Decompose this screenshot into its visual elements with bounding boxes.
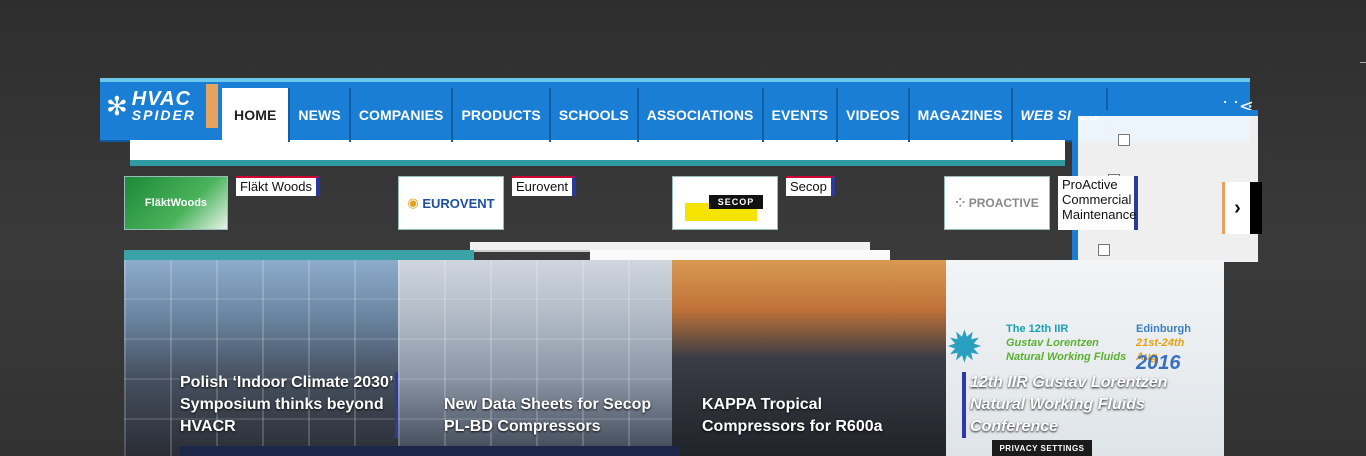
news-tile[interactable]: Polish ‘Indoor Climate 2030’ Symposium t…: [124, 260, 400, 456]
company-name[interactable]: ProActive Commercial Maintenance: [1058, 176, 1138, 230]
checkbox[interactable]: [1118, 134, 1130, 146]
header-submenu-band: [130, 140, 1065, 166]
company-logo-secop: SECOP: [672, 176, 778, 230]
privacy-settings-button[interactable]: PRIVACY SETTINGS: [992, 440, 1092, 456]
news-slider: Polish ‘Indoor Climate 2030’ Symposium t…: [124, 260, 1224, 456]
company-card[interactable]: FläktWoods Fläkt Woods: [124, 176, 321, 234]
carousel-next-button[interactable]: ›: [1222, 182, 1262, 234]
company-name[interactable]: Eurovent: [512, 176, 577, 196]
news-title[interactable]: 12th IIR Gustav Lorentzen Natural Workin…: [962, 372, 1222, 438]
company-carousel: FläktWoods Fläkt Woods ◉ EUROVENT Eurove…: [124, 176, 1224, 240]
globe-icon: ◉: [407, 195, 419, 210]
main-nav: HOME NEWS COMPANIES PRODUCTS SCHOOLS ASS…: [222, 88, 1109, 142]
news-title[interactable]: Polish ‘Indoor Climate 2030’ Symposium t…: [180, 372, 400, 438]
news-tile[interactable]: ✹ The 12th IIR Gustav Lorentzen Natural …: [946, 260, 1224, 456]
nav-schools[interactable]: SCHOOLS: [551, 88, 639, 142]
divider: [124, 250, 474, 260]
dots-icon: ⁘: [955, 196, 966, 210]
nav-events[interactable]: EVENTS: [764, 88, 839, 142]
company-logo-proactive: ⁘ PROACTIVE: [944, 176, 1050, 230]
logo-line2: SPIDER: [131, 106, 196, 123]
company-logo-flaktwoods: FläktWoods: [124, 176, 228, 230]
nav-associations[interactable]: ASSOCIATIONS: [639, 88, 764, 142]
nav-products[interactable]: PRODUCTS: [453, 88, 551, 142]
company-card[interactable]: SECOP Secop: [672, 176, 835, 234]
nav-news[interactable]: NEWS: [290, 88, 351, 142]
nav-magazines[interactable]: MAGAZINES: [910, 88, 1013, 142]
nav-videos[interactable]: VIDEOS: [838, 88, 910, 142]
news-title[interactable]: New Data Sheets for Secop PL-BD Compress…: [444, 394, 664, 438]
nav-home[interactable]: HOME: [222, 88, 291, 142]
gear-icon: ✹: [946, 323, 983, 372]
news-tile[interactable]: New Data Sheets for Secop PL-BD Compress…: [398, 260, 674, 456]
logo-line1: HVAC: [131, 87, 191, 110]
checkbox[interactable]: [1098, 244, 1110, 256]
news-title[interactable]: KAPPA Tropical Compressors for R600a: [702, 394, 922, 438]
site-logo[interactable]: ✻ HVAC SPIDER: [102, 84, 214, 128]
footer-band: [180, 446, 680, 456]
spider-icon: ✻: [106, 91, 128, 121]
company-card[interactable]: ◉ EUROVENT Eurovent: [398, 176, 577, 234]
company-name[interactable]: Secop: [786, 176, 835, 196]
company-name[interactable]: Fläkt Woods: [236, 176, 321, 196]
logo-edge: [206, 84, 218, 128]
nav-companies[interactable]: COMPANIES: [351, 88, 454, 142]
company-logo-eurovent: ◉ EUROVENT: [398, 176, 504, 230]
news-tile[interactable]: KAPPA Tropical Compressors for R600a: [672, 260, 948, 456]
company-card[interactable]: ⁘ PROACTIVE ProActive Commercial Mainten…: [944, 176, 1138, 234]
